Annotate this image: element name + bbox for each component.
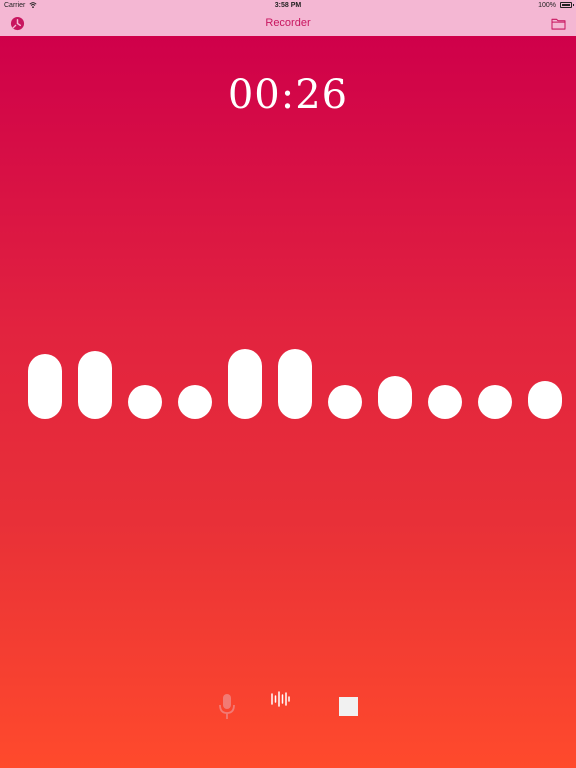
battery-icon [560,2,574,8]
waveform-bar [478,385,512,419]
waveform-bar [378,376,412,419]
stop-button[interactable] [339,697,358,716]
waveform-bar [28,354,62,419]
recording-controls [0,680,576,740]
recording-timer: 00:26 [227,72,349,118]
waveform-bar [128,385,162,419]
waveform-bar [278,349,312,419]
waveform-bar [178,385,212,419]
battery-percent: 100% [538,2,556,9]
page-title: Recorder [265,17,311,29]
waveform-bar [328,385,362,419]
folder-icon[interactable] [551,17,566,30]
microphone-icon[interactable] [217,692,237,722]
waveform-bar [228,349,262,419]
waveform-bar [78,351,112,419]
waveform-icon[interactable] [270,690,290,708]
nav-bar: Recorder [0,12,576,36]
status-time: 3:58 PM [274,2,302,9]
waveform-bar [428,385,462,419]
status-bar: Carrier 3:58 PM 100% [0,0,576,12]
waveform-bar [528,381,562,419]
